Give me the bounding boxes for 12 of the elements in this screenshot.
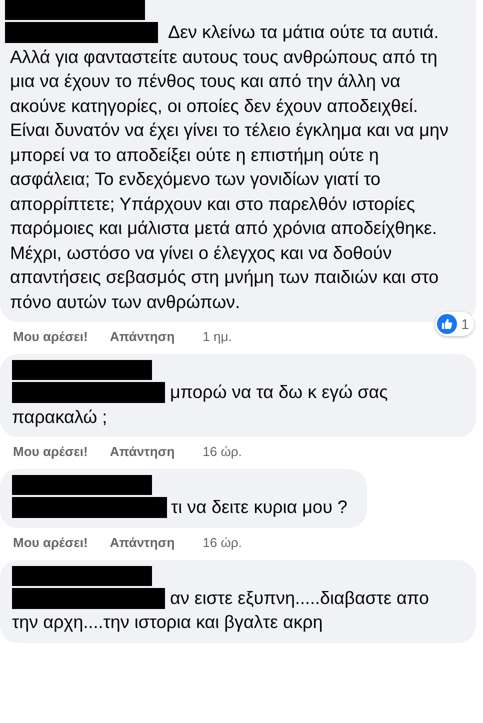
like-link[interactable]: Μου αρέσει!	[13, 443, 88, 461]
reply-link[interactable]: Απάντηση	[110, 443, 175, 461]
thumbs-up-icon	[437, 314, 458, 334]
reaction-count[interactable]: 1	[435, 312, 474, 336]
like-link[interactable]: Μου αρέσει!	[13, 328, 88, 346]
comment-time[interactable]: 1 ημ.	[202, 328, 232, 346]
comment-text: τι να δειτε κυρια μου ?	[171, 496, 348, 519]
like-link[interactable]: Μου αρέσει!	[13, 534, 88, 552]
comment-time[interactable]: 16 ώρ.	[202, 443, 242, 461]
reply-link[interactable]: Απάντηση	[110, 328, 175, 346]
comment-time[interactable]: 16 ώρ.	[202, 534, 242, 552]
reply-link[interactable]: Απάντηση	[110, 534, 175, 552]
